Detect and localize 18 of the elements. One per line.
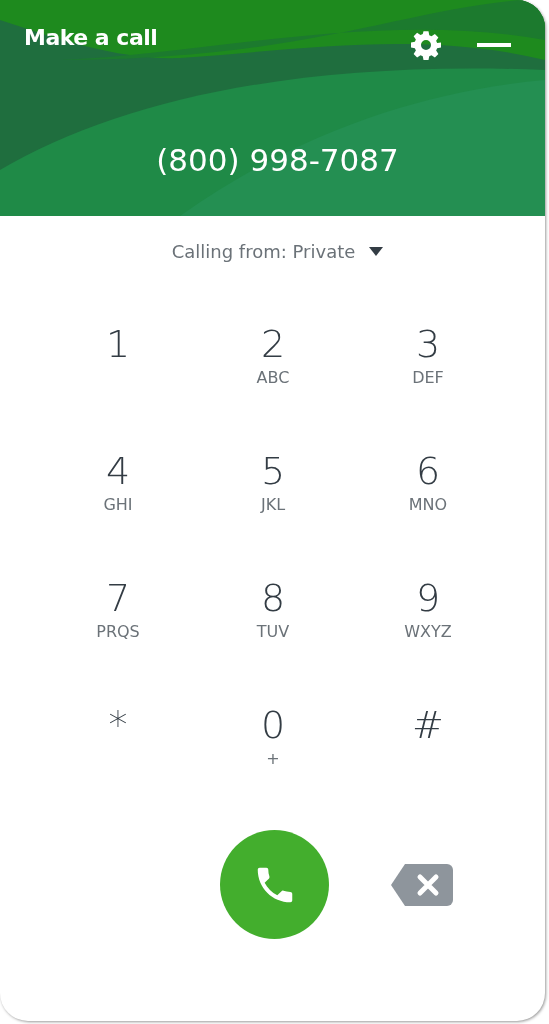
calling-from-dropdown[interactable]: Calling from: Private <box>171 241 384 262</box>
settings-icon[interactable] <box>411 30 441 60</box>
keypad-key[interactable]: 4 GHI <box>40 449 196 529</box>
keypad-key[interactable]: * <box>40 703 196 783</box>
keypad-key[interactable]: 3 DEF <box>350 322 506 402</box>
window-title: Make a call <box>24 24 158 50</box>
keypad-key[interactable]: 9 WXYZ <box>350 576 506 656</box>
caret-icon <box>369 247 384 256</box>
phone-number: (800) 998-7087 <box>155 142 400 178</box>
keypad-key[interactable]: 8 TUV <box>195 576 351 656</box>
backspace-icon[interactable] <box>391 863 453 906</box>
keypad-key[interactable]: 1 <box>40 322 196 402</box>
keypad-key[interactable]: 6 MNO <box>350 449 506 529</box>
keypad-key[interactable]: # <box>350 703 506 783</box>
keypad-key[interactable]: 0 + <box>195 703 351 783</box>
keypad-key[interactable]: 2 ABC <box>195 322 351 402</box>
keypad-key[interactable]: 5 JKL <box>195 449 351 529</box>
keypad-key[interactable]: 7 PRQS <box>40 576 196 656</box>
